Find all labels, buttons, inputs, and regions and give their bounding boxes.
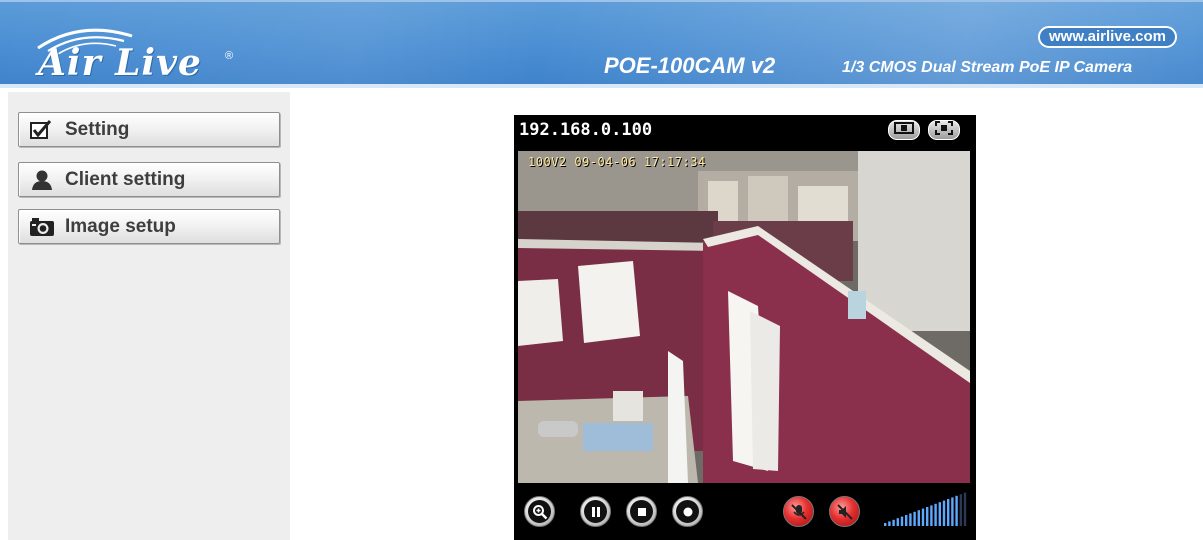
- stop-icon: [630, 500, 653, 523]
- checkbox-icon: [29, 119, 55, 141]
- volume-bar[interactable]: [963, 492, 967, 526]
- speaker-mute-button[interactable]: [829, 496, 860, 527]
- website-badge[interactable]: www.airlive.com: [1038, 26, 1177, 48]
- user-icon: [29, 169, 55, 191]
- volume-bar[interactable]: [892, 519, 895, 526]
- pause-icon: [584, 500, 607, 523]
- volume-bar[interactable]: [947, 499, 950, 526]
- fullscreen-button[interactable]: [928, 120, 960, 140]
- sidebar-item-client-setting[interactable]: Client setting: [18, 162, 280, 197]
- camera-video-feed[interactable]: 100V2 09-04-06 17:17:34: [518, 151, 970, 483]
- video-osd-timestamp: 100V2 09-04-06 17:17:34: [528, 155, 706, 169]
- logo-text: Air Live: [38, 42, 202, 84]
- product-tagline: 1/3 CMOS Dual Stream PoE IP Camera: [842, 59, 1133, 76]
- volume-bar[interactable]: [921, 508, 925, 526]
- volume-bar[interactable]: [888, 521, 891, 526]
- toggle-size-icon: [894, 121, 914, 139]
- sidebar-menu: Setting Client setting Image setup: [8, 92, 290, 540]
- volume-bar[interactable]: [942, 500, 946, 526]
- fullscreen-icon: [935, 120, 953, 140]
- sidebar-item-label: Client setting: [65, 168, 186, 190]
- model-name: POE-100CAM v2: [604, 53, 776, 78]
- header-banner: Air Live ® www.airlive.com POE-100CAM v2…: [0, 0, 1203, 84]
- toggle-size-button[interactable]: [888, 120, 920, 140]
- registered-mark: ®: [225, 50, 234, 62]
- record-icon: [676, 500, 699, 523]
- pause-button[interactable]: [580, 496, 611, 527]
- video-viewer: 192.168.0.100 100V2 09-04-06 17:17:34: [514, 115, 976, 540]
- stop-button[interactable]: [626, 496, 657, 527]
- volume-bar[interactable]: [913, 511, 916, 526]
- record-button[interactable]: [672, 496, 703, 527]
- volume-bar[interactable]: [896, 518, 899, 526]
- volume-bar[interactable]: [959, 494, 962, 526]
- camera-icon: [29, 216, 55, 238]
- volume-meter[interactable]: [882, 491, 972, 527]
- airlive-logo: Air Live ®: [12, 12, 242, 84]
- sidebar-item-label: Image setup: [65, 215, 176, 237]
- camera-ip-address: 192.168.0.100: [519, 120, 653, 140]
- zoom-button[interactable]: [524, 496, 555, 527]
- volume-bar[interactable]: [938, 502, 941, 526]
- mic-mute-button[interactable]: [783, 496, 814, 527]
- volume-bar[interactable]: [905, 515, 908, 526]
- volume-bar[interactable]: [900, 516, 904, 526]
- volume-bar[interactable]: [934, 503, 937, 526]
- volume-bar[interactable]: [917, 510, 920, 526]
- volume-bar[interactable]: [955, 495, 958, 526]
- mic-off-icon: [787, 500, 810, 523]
- zoom-icon: [528, 500, 551, 523]
- volume-bar[interactable]: [930, 505, 933, 526]
- volume-bar[interactable]: [884, 523, 887, 526]
- banner-underline: [0, 84, 1203, 88]
- sidebar-item-image-setup[interactable]: Image setup: [18, 209, 280, 244]
- volume-bar[interactable]: [909, 513, 912, 526]
- office-scene-image: [518, 151, 970, 483]
- sidebar-item-setting[interactable]: Setting: [18, 112, 280, 147]
- sidebar-item-label: Setting: [65, 118, 130, 140]
- speaker-off-icon: [833, 500, 856, 523]
- volume-bar[interactable]: [951, 497, 954, 526]
- volume-bar[interactable]: [926, 507, 929, 526]
